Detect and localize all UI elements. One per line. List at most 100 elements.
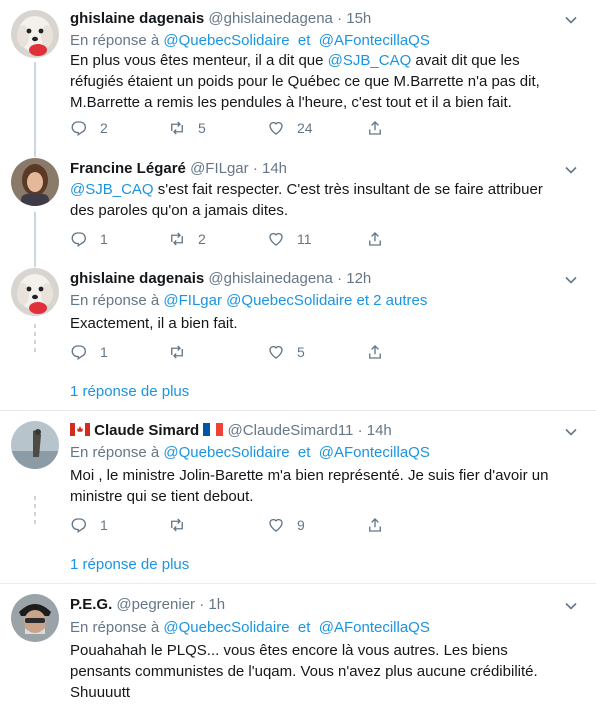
display-name[interactable]: P.E.G. <box>70 596 112 613</box>
tweet-text: En plus vous êtes menteur, il a dit que … <box>70 50 570 113</box>
share-icon <box>369 232 381 246</box>
separator: · <box>252 160 258 177</box>
avatar[interactable] <box>11 10 59 58</box>
separator: · <box>337 270 343 287</box>
tweet-actions: 1 5 <box>70 342 490 362</box>
like-count: 11 <box>297 231 312 247</box>
chevron-down-icon[interactable] <box>564 599 578 613</box>
dog-avatar-image <box>11 268 59 316</box>
mention-link[interactable]: @QuebecSolidaire <box>226 292 352 309</box>
user-handle[interactable]: @ClaudeSimard11 <box>228 422 354 439</box>
reply-button[interactable]: 2 <box>70 118 108 138</box>
timestamp[interactable]: 14h <box>262 160 287 177</box>
tweet-header: ghislaine dagenais @ghislainedagena · 15… <box>70 10 371 27</box>
reply-separator: et <box>297 32 311 49</box>
woman-avatar-image <box>11 158 59 206</box>
like-count: 9 <box>297 517 305 533</box>
tweet[interactable]: Claude Simard @ClaudeSimard11 · 14h En r… <box>0 411 596 545</box>
reply-others-link[interactable]: et 2 autres <box>356 292 427 309</box>
user-handle[interactable]: @FILgar <box>190 160 249 177</box>
share-button[interactable] <box>366 515 396 535</box>
tweet-text-part: En plus vous êtes menteur, il a dit que <box>70 52 324 69</box>
tweet-header: ghislaine dagenais @ghislainedagena · 12… <box>70 270 371 287</box>
mention-link[interactable]: @QuebecSolidaire <box>163 619 289 636</box>
user-handle[interactable]: @ghislainedagena <box>208 270 333 287</box>
dog-avatar-image <box>11 10 59 58</box>
reply-count: 1 <box>100 231 108 247</box>
chevron-down-icon[interactable] <box>564 425 578 439</box>
mention-link[interactable]: @AFontecillaQS <box>319 619 430 636</box>
tweet[interactable]: Francine Légaré @FILgar · 14h @SJB_CAQ s… <box>0 150 596 260</box>
avatar[interactable] <box>11 158 59 206</box>
retweet-icon <box>171 121 183 135</box>
like-icon <box>269 232 283 246</box>
like-button[interactable]: 11 <box>267 229 312 249</box>
mention-link[interactable]: @AFontecillaQS <box>319 444 430 461</box>
reply-prefix: En réponse à <box>70 292 160 309</box>
avatar[interactable] <box>11 594 59 642</box>
chevron-down-icon[interactable] <box>564 163 578 177</box>
tweet-header: P.E.G. @pegrenier · 1h <box>70 596 225 613</box>
share-button[interactable] <box>366 118 396 138</box>
tweet-actions: 1 9 <box>70 515 490 535</box>
like-button[interactable]: 24 <box>267 118 313 138</box>
display-name[interactable]: ghislaine dagenais <box>70 10 204 27</box>
tweet-text-part: Exactement, il a bien fait. <box>70 315 238 332</box>
like-icon <box>269 345 283 359</box>
display-name[interactable]: Claude Simard <box>94 422 199 439</box>
chevron-down-icon[interactable] <box>564 13 578 27</box>
tweet-text-part: Moi , le ministre Jolin-Barette m'a bien… <box>70 467 549 505</box>
like-count: 5 <box>297 344 305 360</box>
like-icon <box>269 518 283 532</box>
reply-icon <box>71 518 86 534</box>
retweet-button[interactable] <box>168 515 198 535</box>
like-icon <box>269 121 283 135</box>
display-name[interactable]: Francine Légaré <box>70 160 186 177</box>
mention-link[interactable]: @QuebecSolidaire <box>163 444 289 461</box>
chevron-down-icon[interactable] <box>564 273 578 287</box>
tweet[interactable]: ghislaine dagenais @ghislainedagena · 15… <box>0 0 596 150</box>
mention-link[interactable]: @FILgar <box>163 292 222 309</box>
reply-context: En réponse à @FILgar @QuebecSolidaire et… <box>70 292 427 309</box>
retweet-button[interactable]: 2 <box>168 229 206 249</box>
share-button[interactable] <box>366 229 396 249</box>
reply-button[interactable]: 1 <box>70 342 108 362</box>
user-handle[interactable]: @ghislainedagena <box>208 10 333 27</box>
like-button[interactable]: 9 <box>267 515 305 535</box>
timestamp[interactable]: 14h <box>367 422 392 439</box>
tweet-header: Claude Simard @ClaudeSimard11 · 14h <box>70 422 392 439</box>
retweet-button[interactable] <box>168 342 198 362</box>
tweet-text: Exactement, il a bien fait. <box>70 313 570 334</box>
reply-separator: et <box>297 444 311 461</box>
timestamp[interactable]: 15h <box>346 10 371 27</box>
mention-link[interactable]: @SJB_CAQ <box>328 52 412 69</box>
tweet-header: Francine Légaré @FILgar · 14h <box>70 160 287 177</box>
reply-button[interactable]: 1 <box>70 515 108 535</box>
canada-flag-icon <box>70 423 90 436</box>
avatar[interactable] <box>11 268 59 316</box>
tweet-text: Moi , le ministre Jolin-Barette m'a bien… <box>70 465 570 507</box>
reply-button[interactable]: 1 <box>70 229 108 249</box>
france-flag-icon <box>203 423 224 436</box>
mention-link[interactable]: @QuebecSolidaire <box>163 32 289 49</box>
tweet[interactable]: P.E.G. @pegrenier · 1h En réponse à @Que… <box>0 584 596 711</box>
show-more-replies-link[interactable]: 1 réponse de plus <box>70 556 189 573</box>
tweet[interactable]: ghislaine dagenais @ghislainedagena · 12… <box>0 260 596 372</box>
mention-link[interactable]: @SJB_CAQ <box>70 181 154 198</box>
show-more-replies-link[interactable]: 1 réponse de plus <box>70 383 189 400</box>
like-button[interactable]: 5 <box>267 342 305 362</box>
share-button[interactable] <box>366 342 396 362</box>
reply-count: 2 <box>100 120 108 136</box>
user-handle[interactable]: @pegrenier <box>116 596 195 613</box>
bird-avatar-image <box>11 421 59 469</box>
timestamp[interactable]: 12h <box>346 270 371 287</box>
tweet-text-part: Pouahahah le PLQS... vous êtes encore là… <box>70 642 538 701</box>
retweet-button[interactable]: 5 <box>168 118 206 138</box>
reply-prefix: En réponse à <box>70 619 160 636</box>
mention-link[interactable]: @AFontecillaQS <box>319 32 430 49</box>
avatar[interactable] <box>11 421 59 469</box>
timestamp[interactable]: 1h <box>208 596 225 613</box>
retweet-count: 2 <box>198 231 206 247</box>
tweet-text: Pouahahah le PLQS... vous êtes encore là… <box>70 640 570 703</box>
display-name[interactable]: ghislaine dagenais <box>70 270 204 287</box>
